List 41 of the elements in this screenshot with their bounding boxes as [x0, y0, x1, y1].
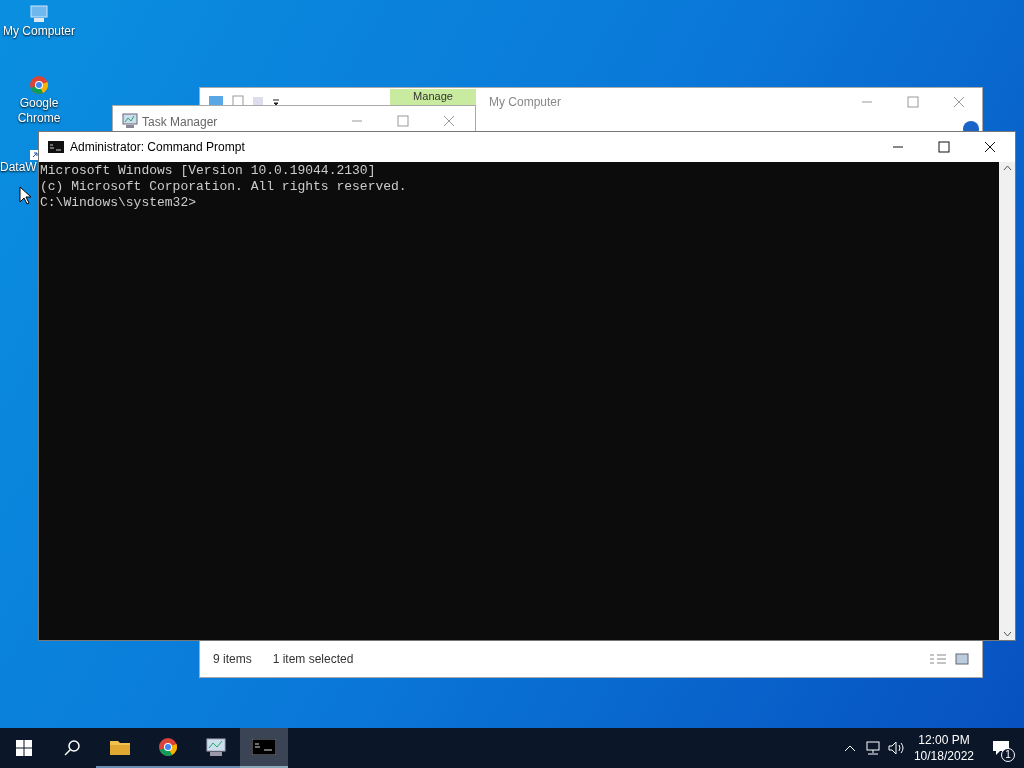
clock-date: 10/18/2022: [913, 748, 974, 764]
clock[interactable]: 12:00 PM 10/18/2022: [909, 732, 978, 764]
desktop-icon-label[interactable]: DataW: [0, 160, 37, 175]
window-title: Task Manager: [142, 114, 218, 131]
chrome-icon: [28, 74, 50, 96]
console-icon: [252, 739, 276, 755]
search-icon: [64, 740, 80, 756]
action-center-button[interactable]: 1: [978, 728, 1024, 768]
message-icon: [992, 740, 1010, 756]
close-icon[interactable]: [984, 141, 996, 153]
scroll-up-icon[interactable]: [1002, 165, 1012, 171]
console-icon: [48, 141, 64, 153]
network-icon[interactable]: [863, 740, 882, 756]
monitor-icon: [121, 113, 139, 129]
computer-icon: [28, 4, 50, 24]
mouse-cursor-icon: [19, 186, 31, 205]
window-title: My Computer: [489, 94, 562, 111]
taskbar-app-button[interactable]: [240, 728, 288, 768]
scrollbar[interactable]: [999, 162, 1015, 640]
console-line: (c) Microsoft Corporation. All rights reserved.: [40, 179, 408, 195]
folder-icon: [109, 738, 131, 756]
maximize-icon[interactable]: [938, 141, 950, 153]
scroll-down-icon[interactable]: [1002, 631, 1012, 637]
status-selection: 1 item selected: [272, 651, 354, 668]
dropdown-icon[interactable]: [272, 98, 280, 106]
chevron-up-icon[interactable]: [843, 744, 856, 752]
status-item-count: 9 items: [213, 651, 252, 668]
desktop-icon-label[interactable]: Google Chrome: [0, 96, 78, 126]
monitor-icon: [204, 737, 228, 757]
notification-count: 1: [1001, 748, 1015, 762]
chrome-icon: [157, 736, 179, 758]
volume-icon[interactable]: [887, 740, 904, 756]
desktop-icon-label[interactable]: My Computer: [3, 24, 75, 39]
help-icon[interactable]: [963, 121, 979, 131]
console-line: C:\Windows\system32>: [40, 195, 198, 211]
console-area[interactable]: Microsoft Windows [Version 10.0.19044.2130] (c) Microsoft Corporation. All rights reserved. C:\Windows\system32>: [39, 162, 999, 640]
windows-logo-icon: [16, 740, 32, 756]
ribbon-tab[interactable]: Manage: [390, 89, 476, 105]
console-line: Microsoft Windows [Version 10.0.19044.2130]: [40, 163, 377, 179]
window-title: Administrator: Command Prompt: [70, 139, 245, 156]
clock-time: 12:00 PM: [918, 732, 970, 748]
